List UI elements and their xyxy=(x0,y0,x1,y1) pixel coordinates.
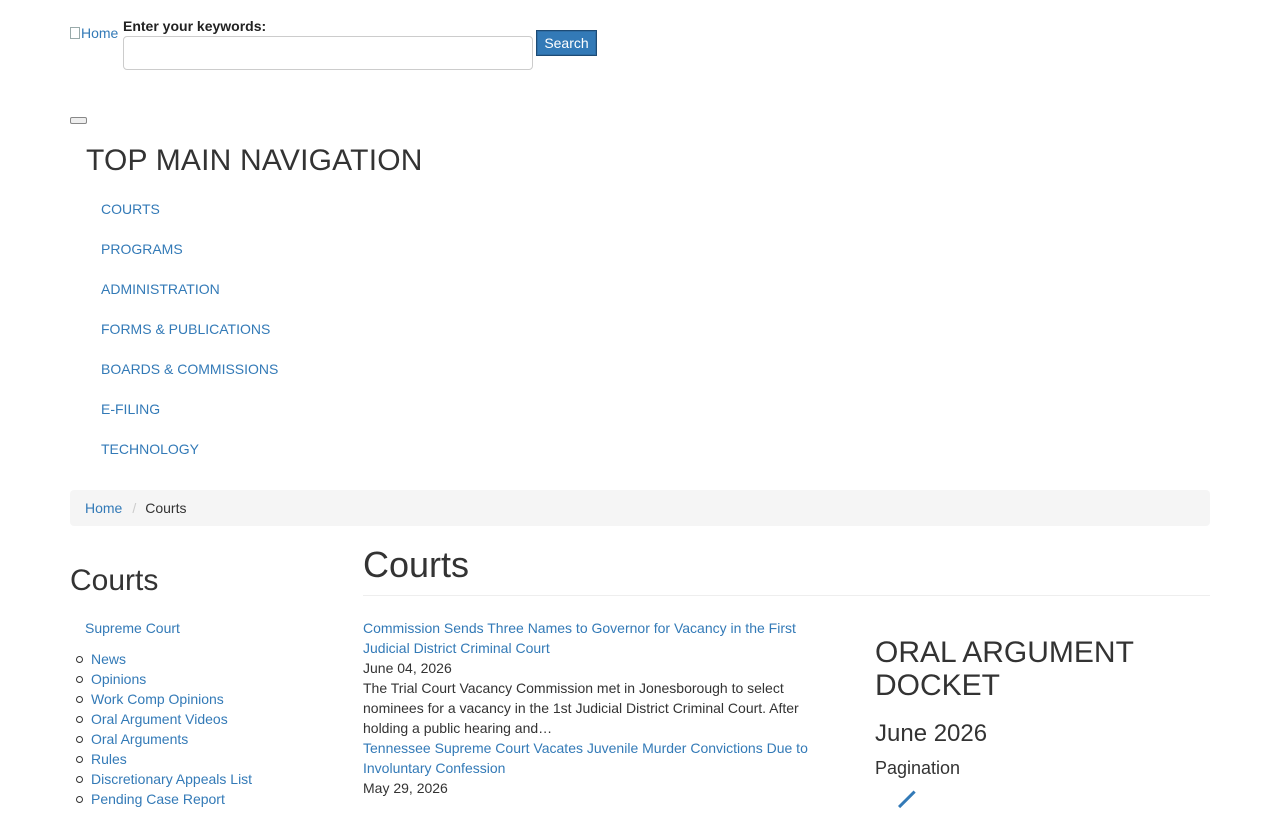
page-title: Courts xyxy=(363,544,470,585)
docket-month: June 2026 xyxy=(875,720,988,747)
nav-item-programs: PROGRAMS xyxy=(101,240,278,280)
sidebar-link-work-comp-opinions[interactable]: Work Comp Opinions xyxy=(91,691,224,707)
news-item: Tennessee Supreme Court Vacates Juvenile… xyxy=(363,738,818,798)
breadcrumb-home-link[interactable]: Home xyxy=(85,500,122,516)
sidebar-link-opinions[interactable]: Opinions xyxy=(91,671,146,687)
sidebar-parent-link[interactable]: Supreme Court xyxy=(85,620,180,636)
news-item: Commission Sends Three Names to Governor… xyxy=(363,618,818,738)
sidebar-link-pending-case-report[interactable]: Pending Case Report xyxy=(91,791,225,807)
nav-item-boards-commissions: BOARDS & COMMISSIONS xyxy=(101,360,278,400)
search-input[interactable] xyxy=(123,36,533,70)
nav-link-e-filing[interactable]: E-FILING xyxy=(101,401,160,417)
sidebar-title: Courts xyxy=(70,564,159,597)
docket-title: ORAL ARGUMENT DOCKET xyxy=(875,636,1134,702)
sidebar-link-oral-argument-videos[interactable]: Oral Argument Videos xyxy=(91,711,228,727)
broken-image-icon xyxy=(70,27,80,39)
home-logo-alt: Home xyxy=(81,25,119,41)
news-date: June 04, 2026 xyxy=(363,660,452,676)
nav-heading: TOP MAIN NAVIGATION xyxy=(86,144,423,177)
sidebar-item-rules: Rules xyxy=(75,750,252,770)
breadcrumb-separator: / xyxy=(132,500,137,516)
sidebar-item-work-comp-opinions: Work Comp Opinions xyxy=(75,690,252,710)
sidebar-item-oral-argument-videos: Oral Argument Videos xyxy=(75,710,252,730)
sidebar-link-rules[interactable]: Rules xyxy=(91,751,127,767)
home-logo[interactable]: Home xyxy=(70,25,118,41)
nav-link-programs[interactable]: PROGRAMS xyxy=(101,241,183,257)
sidebar-link-discretionary-appeals-list[interactable]: Discretionary Appeals List xyxy=(91,771,252,787)
search-button[interactable]: Search xyxy=(536,30,597,56)
sidebar-item-pending-case-report: Pending Case Report xyxy=(75,790,252,810)
nav-item-forms-publications: FORMS & PUBLICATIONS xyxy=(101,320,278,360)
nav-link-boards-commissions[interactable]: BOARDS & COMMISSIONS xyxy=(101,361,278,377)
nav-item-administration: ADMINISTRATION xyxy=(101,280,278,320)
title-divider xyxy=(363,595,1210,596)
sidebar-link-news[interactable]: News xyxy=(91,651,126,667)
breadcrumb: Home / Courts xyxy=(70,490,1210,526)
news-summary: The Trial Court Vacancy Commission met i… xyxy=(363,680,799,736)
search-label: Enter your keywords: xyxy=(123,18,267,34)
news-list: Commission Sends Three Names to Governor… xyxy=(363,618,818,798)
nav-link-technology[interactable]: TECHNOLOGY xyxy=(101,441,199,457)
nav-link-courts[interactable]: COURTS xyxy=(101,201,160,217)
sidebar-list: News Opinions Work Comp Opinions Oral Ar… xyxy=(75,650,252,810)
nav-toggle-button[interactable] xyxy=(70,117,87,124)
nav-link-forms-publications[interactable]: FORMS & PUBLICATIONS xyxy=(101,321,270,337)
sidebar-item-news: News xyxy=(75,650,252,670)
sidebar-link-oral-arguments[interactable]: Oral Arguments xyxy=(91,731,188,747)
news-title-link[interactable]: Tennessee Supreme Court Vacates Juvenile… xyxy=(363,740,808,776)
nav-item-technology: TECHNOLOGY xyxy=(101,440,278,480)
sidebar-item-opinions: Opinions xyxy=(75,670,252,690)
docket-pagination-label: Pagination xyxy=(875,758,961,778)
nav-link-administration[interactable]: ADMINISTRATION xyxy=(101,281,220,297)
sidebar-item-discretionary-appeals-list: Discretionary Appeals List xyxy=(75,770,252,790)
main-nav: COURTS PROGRAMS ADMINISTRATION FORMS & P… xyxy=(101,200,278,480)
sidebar-item-oral-arguments: Oral Arguments xyxy=(75,730,252,750)
news-date: May 29, 2026 xyxy=(363,780,448,796)
nav-item-courts: COURTS xyxy=(101,200,278,240)
breadcrumb-current: Courts xyxy=(145,500,187,516)
pagination-chevron-icon[interactable] xyxy=(898,790,925,817)
news-title-link[interactable]: Commission Sends Three Names to Governor… xyxy=(363,620,796,656)
nav-item-e-filing: E-FILING xyxy=(101,400,278,440)
